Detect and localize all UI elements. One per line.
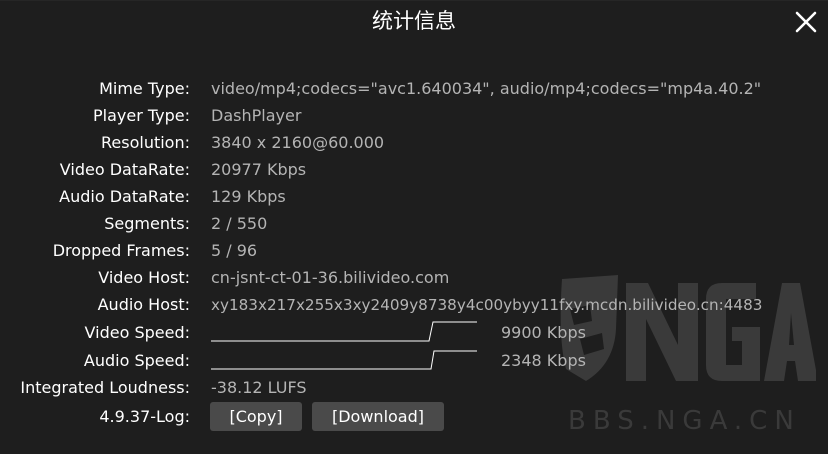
stats-panel: 统计信息 BBS.NGA.CN Mime Type: video/mp4;cod… — [0, 0, 828, 454]
audio-speed-graph — [211, 350, 477, 370]
player-type-value: DashPlayer — [211, 106, 302, 125]
segments-value: 2 / 550 — [211, 214, 268, 233]
dropped-frames-label: Dropped Frames: — [52, 241, 190, 260]
dropped-frames-value: 5 / 96 — [211, 241, 258, 260]
player-type-label: Player Type: — [92, 106, 190, 125]
video-datarate-label: Video DataRate: — [59, 160, 190, 179]
loudness-value: -38.12 LUFS — [211, 378, 307, 397]
video-datarate-value: 20977 Kbps — [211, 160, 307, 179]
audio-host-value: xy183x217x255x3xy2409y8738y4c00ybyy11fxy… — [211, 296, 763, 314]
mime-type-label: Mime Type: — [99, 79, 190, 98]
video-speed-value: 9900 Kbps — [501, 323, 586, 342]
download-button[interactable]: [Download] — [312, 402, 444, 431]
segments-label: Segments: — [104, 214, 190, 233]
watermark-site-text: BBS.NGA.CN — [568, 406, 801, 436]
panel-title: 统计信息 — [372, 9, 456, 33]
audio-host-label: Audio Host: — [97, 295, 190, 314]
audio-datarate-value: 129 Kbps — [211, 187, 286, 206]
video-speed-label: Video Speed: — [84, 323, 190, 342]
video-host-value: cn-jsnt-ct-01-36.bilivideo.com — [211, 268, 450, 287]
audio-speed-value: 2348 Kbps — [501, 351, 586, 370]
audio-datarate-label: Audio DataRate: — [59, 187, 190, 206]
log-label: 4.9.37-Log: — [99, 407, 190, 426]
mime-type-value: video/mp4;codecs="avc1.640034", audio/mp… — [211, 79, 762, 98]
resolution-value: 3840 x 2160@60.000 — [211, 133, 385, 152]
close-icon — [795, 11, 817, 33]
loudness-label: Integrated Loudness: — [20, 378, 190, 397]
video-speed-graph — [211, 321, 477, 342]
video-host-label: Video Host: — [98, 268, 190, 287]
resolution-label: Resolution: — [101, 133, 190, 152]
audio-speed-label: Audio Speed: — [83, 351, 190, 370]
copy-button[interactable]: [Copy] — [210, 402, 302, 431]
close-button[interactable] — [794, 10, 818, 34]
